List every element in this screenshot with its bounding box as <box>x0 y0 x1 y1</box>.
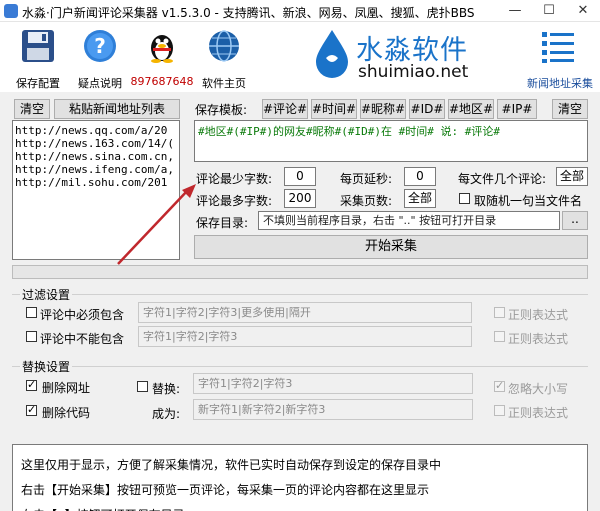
news-url-collect-label: 新闻地址采集 <box>527 77 593 90</box>
min-chars-label: 评论最少字数: <box>196 172 273 186</box>
save-dir-label: 保存目录: <box>196 216 249 230</box>
log-line: 右击【..】按钮可打开保存目录 <box>21 503 579 511</box>
tag-region-button[interactable]: #地区# <box>448 99 494 119</box>
must-contain-regex-label: 正则表达式 <box>508 308 569 322</box>
url-line: http://news.163.com/14/( <box>15 137 174 150</box>
must-contain-checkbox[interactable] <box>26 307 37 318</box>
delete-url-label: 删除网址 <box>42 381 91 395</box>
pages-input[interactable]: 全部 <box>404 189 436 208</box>
replace-divider <box>12 366 588 367</box>
tag-ip-button[interactable]: #IP# <box>497 99 537 119</box>
must-not-contain-label: 评论中不能包含 <box>40 332 125 346</box>
open-dir-button[interactable]: .. <box>562 211 588 230</box>
paste-urls-button[interactable]: 粘贴新闻地址列表 <box>54 99 180 119</box>
random-filename-label: 取随机一句当文件名 <box>474 194 583 208</box>
tag-time-button[interactable]: #时间# <box>311 99 357 119</box>
save-config-button[interactable]: 保存配置 <box>6 22 70 92</box>
toolbar: 保存配置 ? 疑点说明 897687648 软件主页 水淼软件 shuimiao… <box>0 22 600 92</box>
save-config-label: 保存配置 <box>16 77 60 90</box>
progress-bar <box>12 265 588 279</box>
globe-icon <box>209 30 239 62</box>
replace-group-title: 替换设置 <box>20 358 73 375</box>
page-delay-label: 每页延秒: <box>340 172 393 186</box>
url-line: http://news.qq.com/a/20 <box>15 124 168 137</box>
qq-button[interactable]: 897687648 <box>130 22 194 92</box>
help-label: 疑点说明 <box>78 77 122 90</box>
page-delay-input[interactable]: 0 <box>404 167 436 186</box>
must-contain-regex-checkbox[interactable] <box>494 307 505 318</box>
pages-label: 采集页数: <box>340 194 393 208</box>
log-line: 右击【开始采集】按钮可预览一页评论，每采集一页的评论内容都在这里显示 <box>21 483 430 497</box>
per-file-label: 每文件几个评论: <box>458 172 547 186</box>
replace-to-label: 成为: <box>152 407 181 421</box>
log-line: 这里仅用于显示，方便了解采集情况，软件已实时自动保存到设定的保存目录中 <box>21 458 442 472</box>
list-icon <box>542 32 574 63</box>
close-button[interactable]: ✕ <box>566 0 600 22</box>
brand-url: shuimiao.net <box>358 62 469 82</box>
must-not-regex-checkbox[interactable] <box>494 331 505 342</box>
min-chars-input[interactable]: 0 <box>284 167 316 186</box>
max-chars-label: 评论最多字数: <box>196 194 273 208</box>
must-not-contain-checkbox[interactable] <box>26 331 37 342</box>
tag-comment-button[interactable]: #评论# <box>262 99 308 119</box>
help-button[interactable]: ? 疑点说明 <box>68 22 132 92</box>
url-line: http://news.sina.com.cn, <box>15 150 174 163</box>
homepage-label: 软件主页 <box>202 77 246 90</box>
maximize-button[interactable]: ☐ <box>532 0 566 22</box>
homepage-button[interactable]: 软件主页 <box>192 22 256 92</box>
delete-url-checkbox[interactable] <box>26 378 37 391</box>
qq-penguin-icon <box>151 35 173 63</box>
must-contain-input[interactable]: 字符1|字符2|字符3|更多使用|隔开 <box>138 302 472 323</box>
qq-number: 897687648 <box>130 75 194 88</box>
replace-input[interactable]: 字符1|字符2|字符3 <box>193 373 473 394</box>
must-contain-label: 评论中必须包含 <box>40 308 125 322</box>
filter-group-title: 过滤设置 <box>20 286 73 303</box>
minimize-button[interactable]: — <box>498 0 532 22</box>
url-line: http://news.ifeng.com/a, <box>15 163 174 176</box>
floppy-disk-icon <box>22 30 54 62</box>
replace-label: 替换: <box>152 382 181 396</box>
annotation-arrow-icon <box>117 184 196 265</box>
filter-divider <box>12 294 588 295</box>
news-url-collect-button[interactable]: 新闻地址采集 <box>524 22 596 92</box>
ignore-case-checkbox[interactable] <box>494 379 505 392</box>
title-bar: 水淼·门户新闻评论采集器 v1.5.3.0 - 支持腾讯、新浪、网易、凤凰、搜狐… <box>0 0 600 22</box>
replace-checkbox[interactable] <box>137 381 148 392</box>
must-not-contain-input[interactable]: 字符1|字符2|字符3 <box>138 326 472 347</box>
template-label: 保存模板: <box>195 103 248 117</box>
random-filename-checkbox[interactable] <box>459 193 470 204</box>
tag-nickname-button[interactable]: #昵称# <box>360 99 406 119</box>
max-chars-input[interactable]: 200 <box>284 189 316 208</box>
save-dir-input[interactable]: 不填则当前程序目录，右击 ".." 按钮可打开目录 <box>258 211 560 230</box>
replace-to-input[interactable]: 新字符1|新字符2|新字符3 <box>193 399 473 420</box>
ignore-case-label: 忽略大小写 <box>508 382 569 396</box>
template-textarea[interactable]: #地区#(#IP#)的网友#昵称#(#ID#)在 #时间# 说: #评论# <box>194 120 588 162</box>
svg-text:?: ? <box>94 34 106 58</box>
delete-code-label: 删除代码 <box>42 406 91 420</box>
delete-code-checkbox[interactable] <box>26 403 37 416</box>
tag-id-button[interactable]: #ID# <box>409 99 445 119</box>
start-collect-button[interactable]: 开始采集 <box>194 235 588 259</box>
shuimiao-logo-icon <box>316 30 348 78</box>
window-title: 水淼·门户新闻评论采集器 v1.5.3.0 - 支持腾讯、新浪、网易、凤凰、搜狐… <box>22 6 475 20</box>
template-clear-button[interactable]: 清空 <box>552 99 588 119</box>
replace-regex-label: 正则表达式 <box>508 406 569 420</box>
replace-regex-checkbox[interactable] <box>494 405 505 416</box>
question-icon: ? <box>84 30 116 62</box>
log-output-box[interactable]: 这里仅用于显示，方便了解采集情况，软件已实时自动保存到设定的保存目录中 右击【开… <box>12 444 588 511</box>
per-file-input[interactable]: 全部 <box>556 167 588 186</box>
app-icon <box>4 4 18 18</box>
clear-urls-button[interactable]: 清空 <box>14 99 50 119</box>
must-not-regex-label: 正则表达式 <box>508 332 569 346</box>
